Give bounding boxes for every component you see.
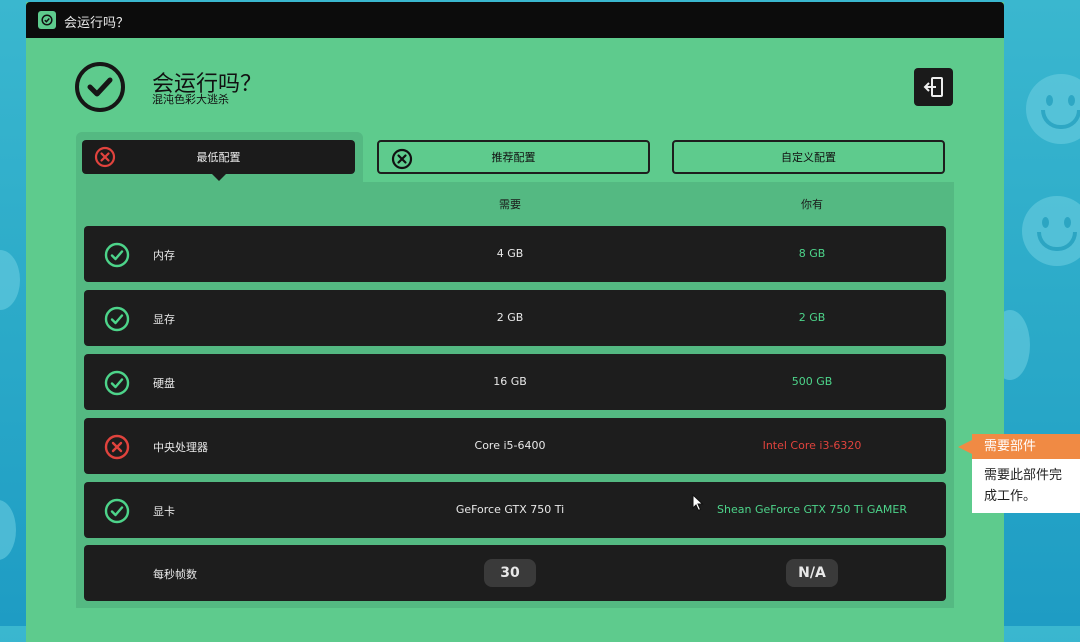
check-circle-icon [104, 498, 130, 528]
exit-button[interactable] [914, 68, 953, 106]
requirement-label: 每秒帧数 [153, 568, 197, 581]
have-value: 8 GB [798, 247, 826, 260]
tab-minimum[interactable]: 最低配置 [82, 140, 355, 174]
app-check-icon [38, 11, 56, 29]
required-value: 4 GB [496, 247, 524, 260]
window-title: 会运行吗？ [64, 16, 130, 31]
tab-recommended[interactable]: 推荐配置 [377, 140, 650, 174]
smiley-decoration [1026, 74, 1080, 144]
requirement-label: 内存 [153, 249, 175, 262]
have-value: 2 GB [798, 311, 826, 324]
required-value: GeForce GTX 750 Ti [455, 503, 565, 516]
tab-custom[interactable]: 自定义配置 [672, 140, 945, 174]
active-tab-pointer [212, 174, 226, 181]
requirement-row[interactable]: 显存 2 GB 2 GB [84, 290, 946, 346]
have-value: 500 GB [791, 375, 833, 388]
required-value: Core i5-6400 [474, 439, 546, 452]
title-bar: 会运行吗？ [26, 2, 1004, 38]
requirement-label: 显存 [153, 313, 175, 326]
requirement-label: 硬盘 [153, 377, 175, 390]
check-circle-icon [75, 62, 125, 112]
mouse-cursor-icon [692, 494, 704, 512]
tooltip-pointer [958, 440, 972, 454]
x-circle-icon [391, 148, 413, 173]
column-header-have: 你有 [801, 198, 823, 211]
x-circle-icon [104, 434, 130, 464]
x-circle-icon [94, 146, 116, 171]
requirement-row[interactable]: 内存 4 GB 8 GB [84, 226, 946, 282]
smiley-decoration [0, 250, 20, 310]
check-circle-icon [104, 306, 130, 336]
game-subtitle: 混沌色彩大逃杀 [152, 93, 229, 106]
requirement-row[interactable]: 每秒帧数 30 N/A [84, 545, 946, 601]
check-circle-icon [104, 370, 130, 400]
have-value: Shean GeForce GTX 750 Ti GAMER [717, 503, 907, 516]
tooltip-body: 需要此部件完成工作。 [972, 459, 1080, 513]
required-value: 2 GB [496, 311, 524, 324]
requirement-row[interactable]: 硬盘 16 GB 500 GB [84, 354, 946, 410]
check-circle-icon [104, 242, 130, 272]
smiley-decoration [1022, 196, 1080, 266]
required-value: 16 GB [493, 375, 527, 388]
tab-custom-label: 自定义配置 [781, 151, 836, 164]
requirement-row[interactable]: 显卡 GeForce GTX 750 Ti Shean GeForce GTX 75… [84, 482, 946, 538]
tooltip-title: 需要部件 [972, 434, 1080, 459]
tab-minimum-label: 最低配置 [196, 151, 241, 164]
requirement-label: 显卡 [153, 505, 175, 518]
exit-icon [923, 77, 943, 97]
tab-recommended-label: 推荐配置 [491, 151, 536, 164]
requirement-row[interactable]: 中央处理器 Core i5-6400 Intel Core i3-6320 [84, 418, 946, 474]
have-value-pill: N/A [786, 559, 838, 587]
required-value-pill: 30 [484, 559, 536, 587]
column-header-need: 需要 [499, 198, 521, 211]
have-value: Intel Core i3-6320 [762, 439, 862, 452]
app-window: 会运行吗？ 会运行吗？ 混沌色彩大逃杀 最低配置 推荐配置 自定义配置 需要 你… [26, 2, 1004, 642]
smiley-decoration [0, 500, 16, 560]
requirement-label: 中央处理器 [153, 441, 208, 454]
